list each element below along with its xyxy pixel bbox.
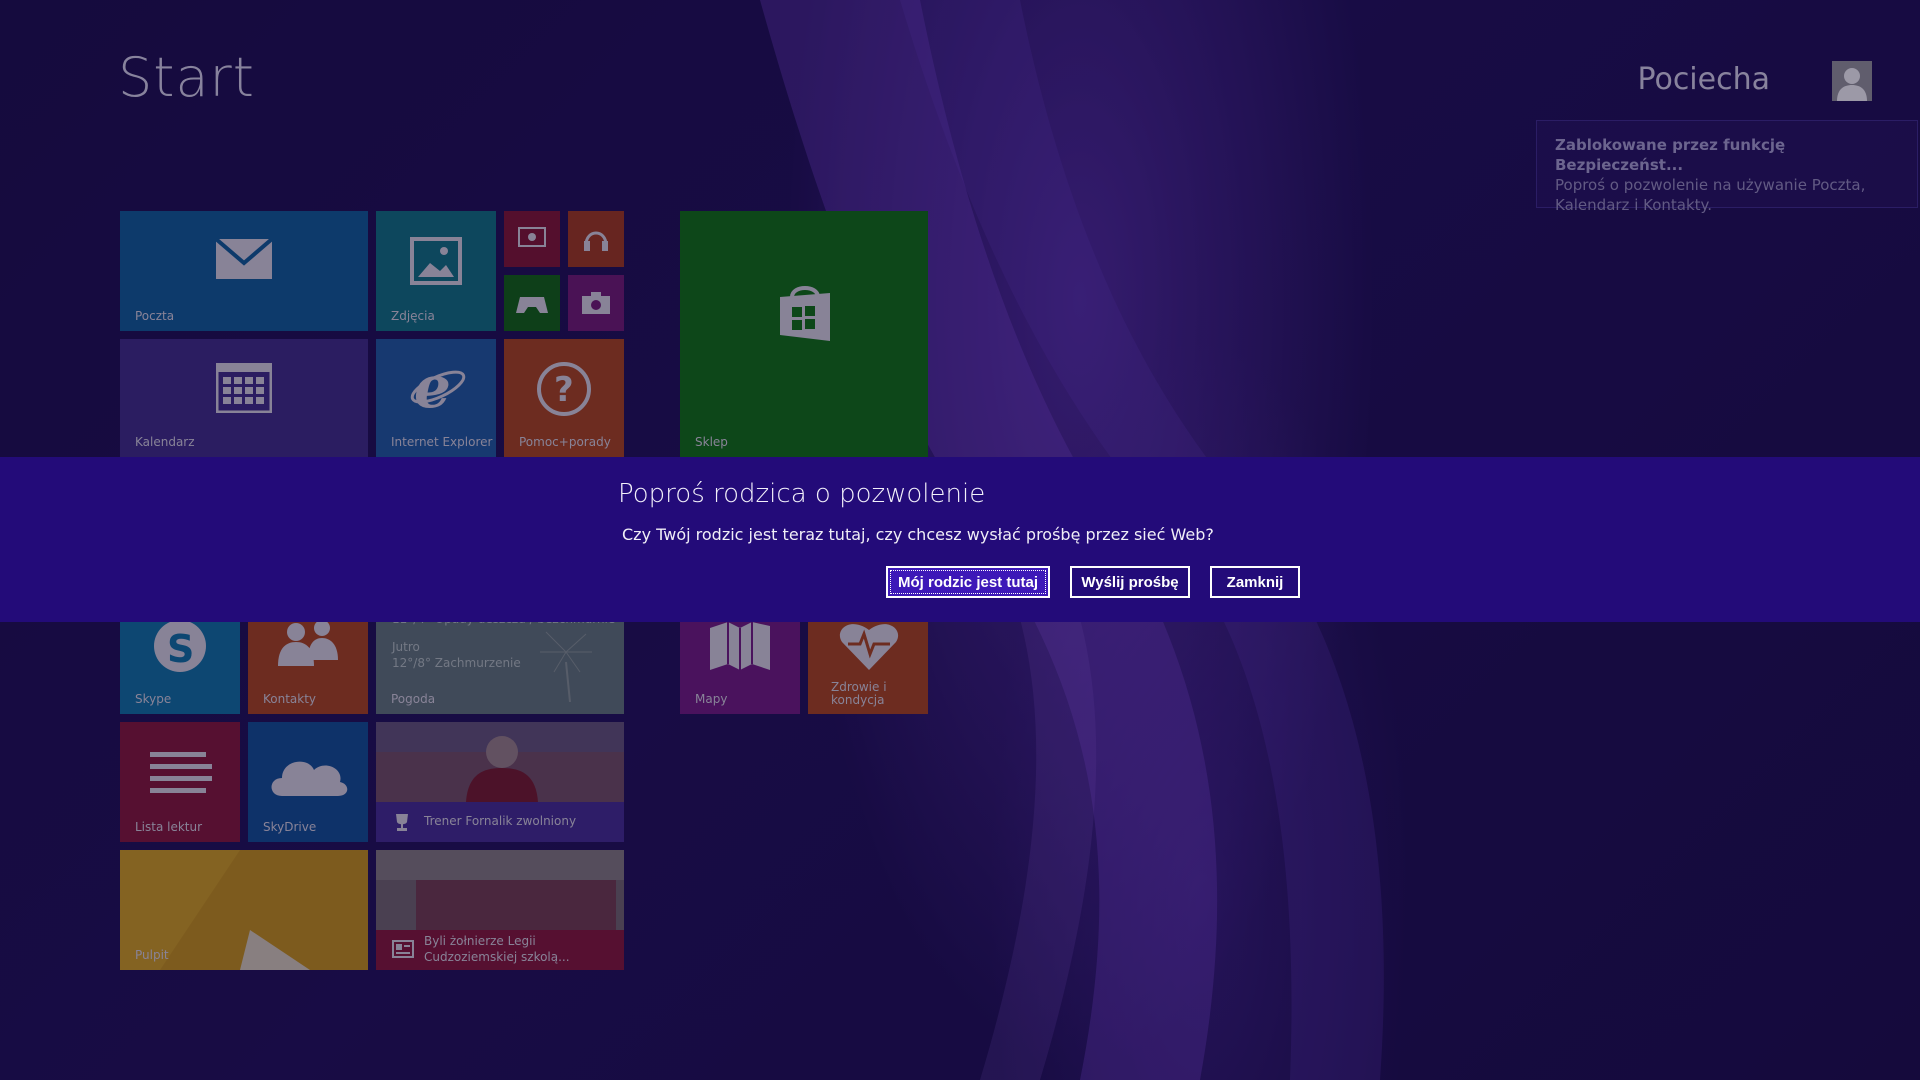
- close-button[interactable]: Zamknij: [1210, 566, 1300, 598]
- parent-permission-dialog: Poproś rodzica o pozwolenie Czy Twój rod…: [0, 457, 1920, 622]
- send-request-button[interactable]: Wyślij prośbę: [1070, 566, 1190, 598]
- dialog-message: Czy Twój rodzic jest teraz tutaj, czy ch…: [622, 525, 1214, 544]
- parent-here-button[interactable]: Mój rodzic jest tutaj: [886, 566, 1050, 598]
- dialog-title: Poproś rodzica o pozwolenie: [618, 479, 986, 509]
